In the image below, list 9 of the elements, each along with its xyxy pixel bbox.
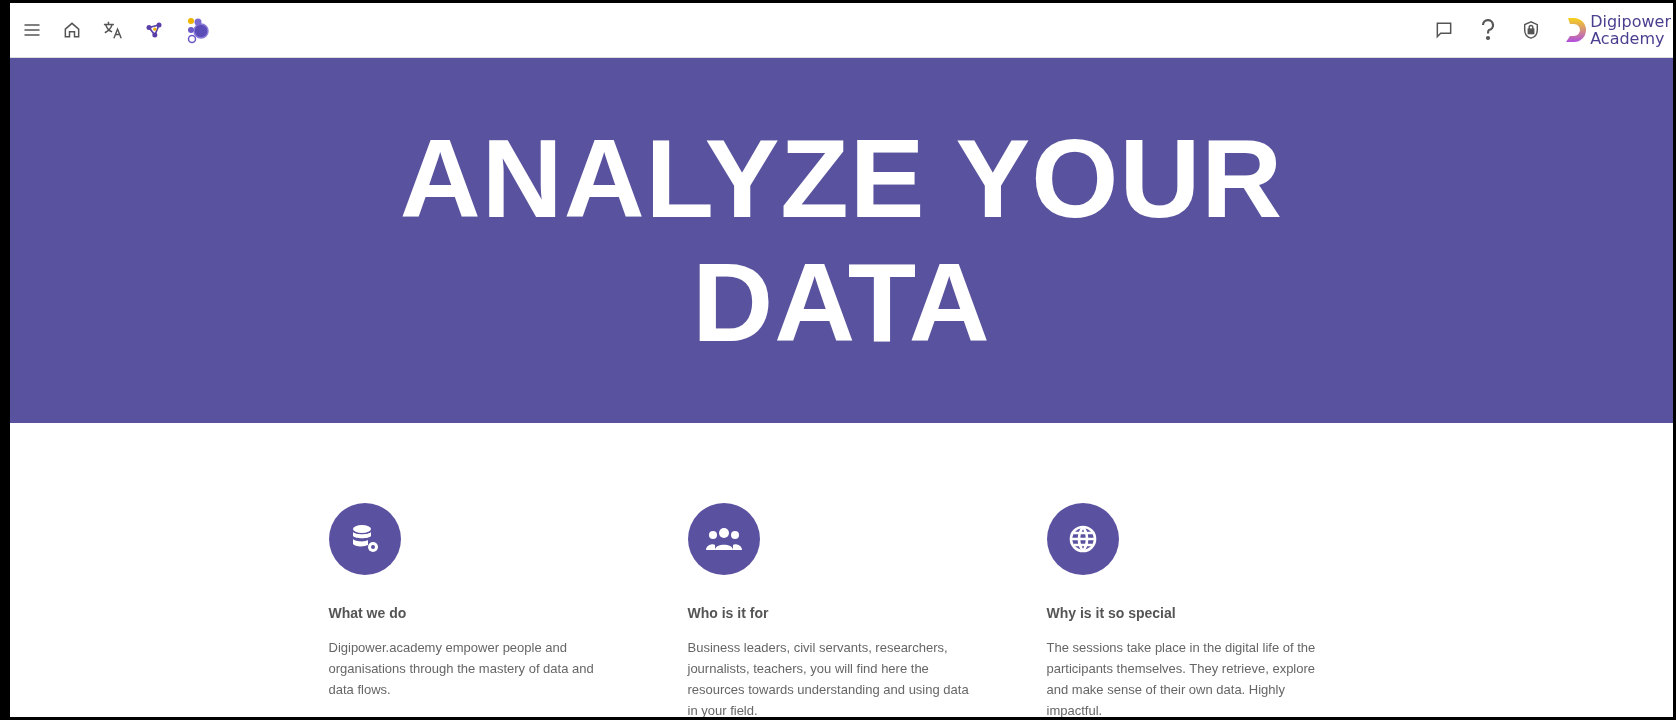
feature-title: What we do (328, 605, 408, 621)
feature-title: Who is it for (687, 605, 770, 621)
brand-name: Digipower (1590, 13, 1671, 30)
hero-title: ANALYZE YOUR DATA (398, 116, 1285, 365)
brand-name: Academy (1590, 30, 1665, 47)
feature-text: The sessions take place in the digital life of the participants themselves. They retrieve, explore and make sense of their own data. Highly impactful. (1046, 639, 1317, 717)
feature-text: Digipower.academy empower people and organisations through the mastery of data and data flows. (328, 639, 595, 699)
feature-text: Business leaders, civil servants, researchers, journalists, teachers, you will find here the resources towards understanding and using data in your field. (687, 639, 970, 717)
feature-title: Why is it so special (1046, 605, 1177, 621)
